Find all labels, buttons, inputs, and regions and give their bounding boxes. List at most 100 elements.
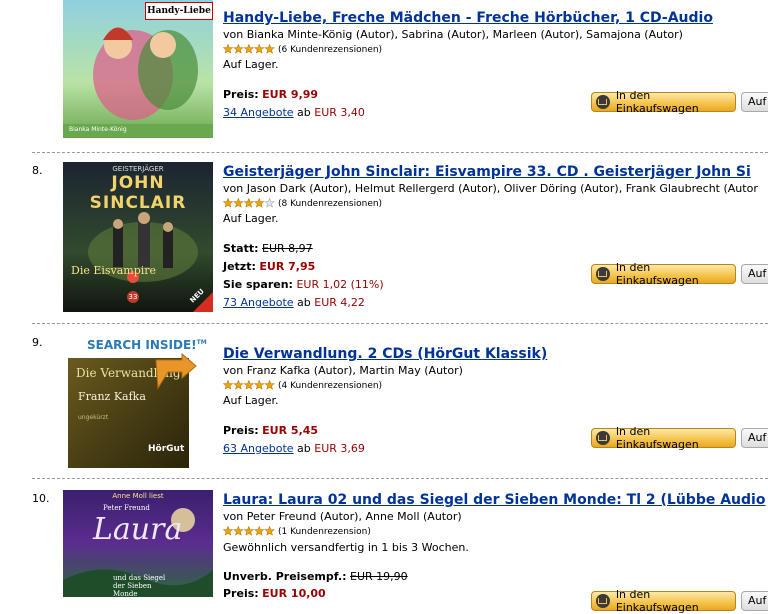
offers-link[interactable]: 73 Angebote xyxy=(223,296,294,309)
rrp-label: Unverb. Preisempf.: xyxy=(223,570,347,583)
review-count-link[interactable]: (6 Kundenrezensionen) xyxy=(278,45,382,55)
star-filled-icon xyxy=(243,198,255,208)
cart-icon xyxy=(596,594,610,608)
star-filled-icon xyxy=(243,380,255,390)
was-price-line: Statt: EUR 8,97 xyxy=(223,242,313,255)
availability: Auf Lager. xyxy=(223,394,279,407)
star-icons xyxy=(223,198,275,208)
add-to-cart-button[interactable]: In den Einkaufswagen xyxy=(591,89,736,115)
star-filled-icon xyxy=(233,198,244,208)
cover-subtitle-8: Die Eisvampire xyxy=(71,264,157,277)
result-rank: 8. xyxy=(32,164,43,177)
add-to-cart-button[interactable]: In den Einkaufswagen xyxy=(591,588,736,614)
search-inside-label: SEARCH INSIDE! xyxy=(87,338,197,352)
product-cover-10[interactable]: Anne Moll liest Peter Freund Laura und d… xyxy=(63,490,213,597)
separator xyxy=(32,323,768,324)
product-authors: von Franz Kafka (Autor), Martin May (Aut… xyxy=(223,364,463,377)
product-authors: von Jason Dark (Autor), Helmut Rellerger… xyxy=(223,182,758,195)
cover-author-10: Peter Freund xyxy=(103,504,150,512)
review-count-link[interactable]: (8 Kundenrezensionen) xyxy=(278,199,382,209)
cart-icon xyxy=(596,267,610,281)
result-rank: 10. xyxy=(32,492,50,505)
star-filled-icon xyxy=(264,380,275,390)
wishlist-button[interactable]: Auf xyxy=(741,591,768,611)
price-line: Preis: EUR 10,00 xyxy=(223,587,326,600)
product-authors: von Bianka Minte-König (Autor), Sabrina … xyxy=(223,28,683,41)
review-count-link[interactable]: (4 Kundenrezensionen) xyxy=(278,381,382,391)
rrp-price: EUR 19,90 xyxy=(350,570,408,583)
availability: Gewöhnlich versandfertig in 1 bis 3 Woch… xyxy=(223,541,469,554)
offers-line: 34 Angebote ab EUR 3,40 xyxy=(223,106,365,119)
star-rating-icon[interactable] xyxy=(223,526,275,539)
savings-label: Sie sparen: xyxy=(223,278,293,291)
offers-line: 63 Angebote ab EUR 3,69 xyxy=(223,442,365,455)
product-title-link[interactable]: Geisterjäger John Sinclair: Eisvampire 3… xyxy=(223,164,751,180)
price-value: EUR 9,99 xyxy=(262,88,319,101)
star-filled-icon xyxy=(253,526,265,536)
product-title-link[interactable]: Laura: Laura 02 und das Siegel der Siebe… xyxy=(223,492,765,508)
star-filled-icon xyxy=(223,526,234,536)
offers-from: ab xyxy=(297,106,311,119)
star-filled-icon xyxy=(223,380,234,390)
product-title-link[interactable]: Die Verwandlung. 2 CDs (HörGut Klassik) xyxy=(223,346,547,362)
star-filled-icon xyxy=(233,44,244,54)
search-inside-tm: TM xyxy=(196,339,207,346)
wishlist-button[interactable]: Auf xyxy=(741,428,768,448)
add-to-cart-button[interactable]: In den Einkaufswagen xyxy=(591,261,736,287)
price-line: Preis: EUR 9,99 xyxy=(223,88,318,101)
cover-logo-9: HörGut xyxy=(148,444,185,454)
product-cover-8[interactable]: GEISTERJÄGER JOHN SINCLAIR Die Eisvampir… xyxy=(63,162,213,312)
was-price: EUR 8,97 xyxy=(262,242,313,255)
offers-from: ab xyxy=(297,442,311,455)
star-icons xyxy=(223,526,275,536)
offers-price: EUR 3,69 xyxy=(314,442,365,455)
star-filled-icon xyxy=(233,526,244,536)
offers-price: EUR 4,22 xyxy=(314,296,365,309)
star-empty-icon xyxy=(264,198,275,208)
search-inside-arrow-icon xyxy=(155,352,197,390)
star-filled-icon xyxy=(243,44,255,54)
result-rank: 9. xyxy=(32,336,43,349)
star-filled-icon xyxy=(253,380,265,390)
offers-from: ab xyxy=(297,296,311,309)
price-label: Preis: xyxy=(223,88,259,101)
price-line: Preis: EUR 5,45 xyxy=(223,424,318,437)
rating-8: (8 Kundenrezensionen) xyxy=(223,198,382,211)
price-value: EUR 7,95 xyxy=(259,260,316,273)
product-title-link[interactable]: Handy-Liebe, Freche Mädchen - Freche Hör… xyxy=(223,10,713,26)
was-label: Statt: xyxy=(223,242,259,255)
star-filled-icon xyxy=(253,198,265,208)
star-filled-icon xyxy=(253,44,265,54)
product-cover-7[interactable]: Handy-Liebe Bianka Minte-König xyxy=(63,0,213,138)
cover-number-8: 33 xyxy=(127,291,139,303)
now-price-line: Jetzt: EUR 7,95 xyxy=(223,260,315,273)
star-filled-icon xyxy=(223,44,234,54)
star-icons xyxy=(223,380,275,390)
availability: Auf Lager. xyxy=(223,212,279,225)
cover-extra-9: ungekürzt xyxy=(78,414,109,421)
savings-line: Sie sparen: EUR 1,02 (11%) xyxy=(223,278,384,291)
star-filled-icon xyxy=(264,44,275,54)
offers-link[interactable]: 34 Angebote xyxy=(223,106,294,119)
availability: Auf Lager. xyxy=(223,58,279,71)
cover-credit-7: Bianka Minte-König xyxy=(69,126,127,133)
wishlist-button[interactable]: Auf xyxy=(741,264,768,284)
price-value: EUR 10,00 xyxy=(262,587,326,600)
star-icons xyxy=(223,44,275,54)
price-label: Preis: xyxy=(223,424,259,437)
search-inside-badge[interactable]: SEARCH INSIDE!TM xyxy=(87,338,207,352)
offers-link[interactable]: 63 Angebote xyxy=(223,442,294,455)
add-to-cart-button[interactable]: In den Einkaufswagen xyxy=(591,425,736,451)
star-filled-icon xyxy=(243,526,255,536)
cover-subtitle-10: und das Siegel der Sieben Monde xyxy=(113,574,166,597)
savings-value: EUR 1,02 (11%) xyxy=(296,278,384,291)
star-rating-icon[interactable] xyxy=(223,44,275,57)
star-rating-icon[interactable] xyxy=(223,380,275,393)
separator xyxy=(32,478,768,479)
wishlist-button[interactable]: Auf xyxy=(741,92,768,112)
star-rating-icon[interactable] xyxy=(223,198,275,211)
rrp-line: Unverb. Preisempf.: EUR 19,90 xyxy=(223,570,408,583)
price-label: Preis: xyxy=(223,587,259,600)
review-count-link[interactable]: (1 Kundenrezension) xyxy=(278,527,371,537)
cover-art-8 xyxy=(88,212,213,312)
